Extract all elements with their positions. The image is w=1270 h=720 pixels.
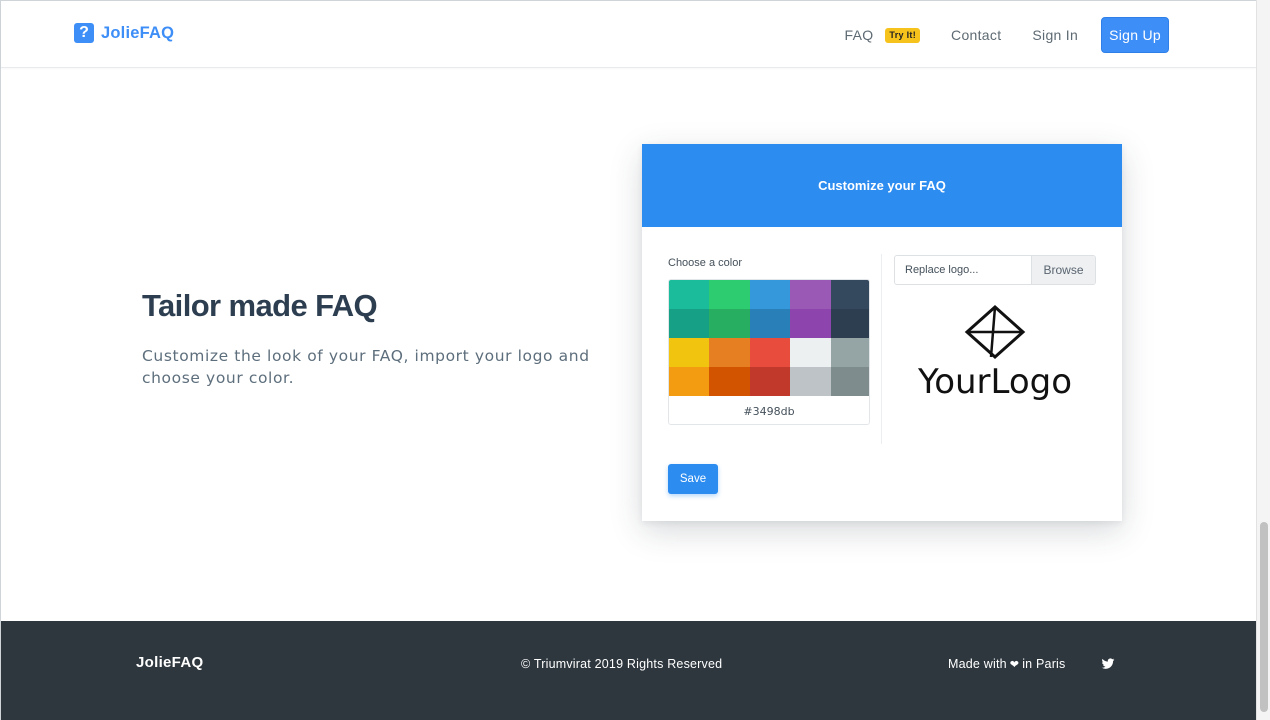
color-swatch[interactable] (790, 309, 831, 338)
nav-signin-link[interactable]: Sign In (1032, 27, 1078, 43)
color-swatch[interactable] (830, 367, 869, 396)
color-swatch[interactable] (669, 367, 710, 396)
card-header: Customize your FAQ (642, 144, 1122, 227)
swatch-grid (669, 280, 869, 396)
card-divider (881, 254, 882, 444)
made-with-text: Made with ❤ in Paris (948, 657, 1065, 671)
page: ? JolieFAQ FAQ Try It! Contact Sign In S… (0, 0, 1270, 720)
color-swatch[interactable] (709, 367, 750, 396)
color-swatch[interactable] (709, 280, 750, 309)
hero-description: Customize the look of your FAQ, import y… (142, 347, 590, 387)
color-swatch[interactable] (749, 280, 791, 309)
main-nav: FAQ Try It! Contact Sign In Sign Up (845, 17, 1169, 53)
try-it-badge: Try It! (885, 27, 921, 43)
question-mark-icon: ? (74, 23, 94, 43)
main-area: ? JolieFAQ FAQ Try It! Contact Sign In S… (0, 0, 1256, 720)
selected-color-value[interactable]: #3498db (669, 396, 869, 424)
scrollbar-thumb[interactable] (1260, 522, 1268, 712)
color-swatch[interactable] (830, 309, 869, 338)
color-swatch[interactable] (790, 338, 831, 367)
color-swatch[interactable] (830, 280, 869, 309)
color-swatch[interactable] (669, 338, 710, 367)
brand-link[interactable]: ? JolieFAQ (74, 23, 174, 43)
signup-button[interactable]: Sign Up (1101, 17, 1169, 53)
color-swatch[interactable] (830, 338, 869, 367)
color-swatch[interactable] (709, 309, 750, 338)
made-with-prefix: Made with (948, 657, 1007, 671)
color-swatch[interactable] (749, 367, 791, 396)
twitter-icon[interactable] (1101, 657, 1115, 671)
made-with-suffix: in Paris (1022, 657, 1066, 671)
browse-button[interactable]: Browse (1031, 256, 1095, 284)
save-button[interactable]: Save (668, 464, 718, 494)
color-label: Choose a color (668, 257, 742, 269)
logo-file-input[interactable]: Replace logo... Browse (894, 255, 1096, 285)
brand-name: JolieFAQ (101, 23, 175, 42)
card-title: Customize your FAQ (818, 178, 946, 193)
diamond-logo-icon (964, 304, 1026, 360)
footer: JolieFAQ © Triumvirat 2019 Rights Reserv… (1, 621, 1256, 720)
color-swatch[interactable] (790, 367, 831, 396)
color-swatch[interactable] (669, 309, 710, 338)
color-picker: #3498db (668, 279, 870, 425)
footer-copyright: © Triumvirat 2019 Rights Reserved (521, 657, 723, 671)
nav-faq-label: FAQ (844, 27, 874, 43)
logo-preview-text: YourLogo (917, 362, 1073, 402)
footer-brand: JolieFAQ (136, 654, 204, 671)
hero-title: Tailor made FAQ (142, 288, 378, 323)
navbar: ? JolieFAQ FAQ Try It! Contact Sign In S… (1, 1, 1256, 68)
heart-icon: ❤ (1009, 658, 1020, 671)
color-swatch[interactable] (790, 280, 831, 309)
file-input-placeholder[interactable]: Replace logo... (895, 256, 1031, 284)
nav-contact-link[interactable]: Contact (951, 27, 1001, 43)
customize-card: Customize your FAQ Choose a color #3498d… (642, 144, 1122, 521)
color-swatch[interactable] (709, 338, 750, 367)
nav-faq-link[interactable]: FAQ Try It! (845, 27, 921, 43)
color-swatch[interactable] (749, 309, 791, 338)
color-swatch[interactable] (669, 280, 710, 309)
color-swatch[interactable] (749, 338, 791, 367)
logo-preview: YourLogo (912, 304, 1078, 414)
